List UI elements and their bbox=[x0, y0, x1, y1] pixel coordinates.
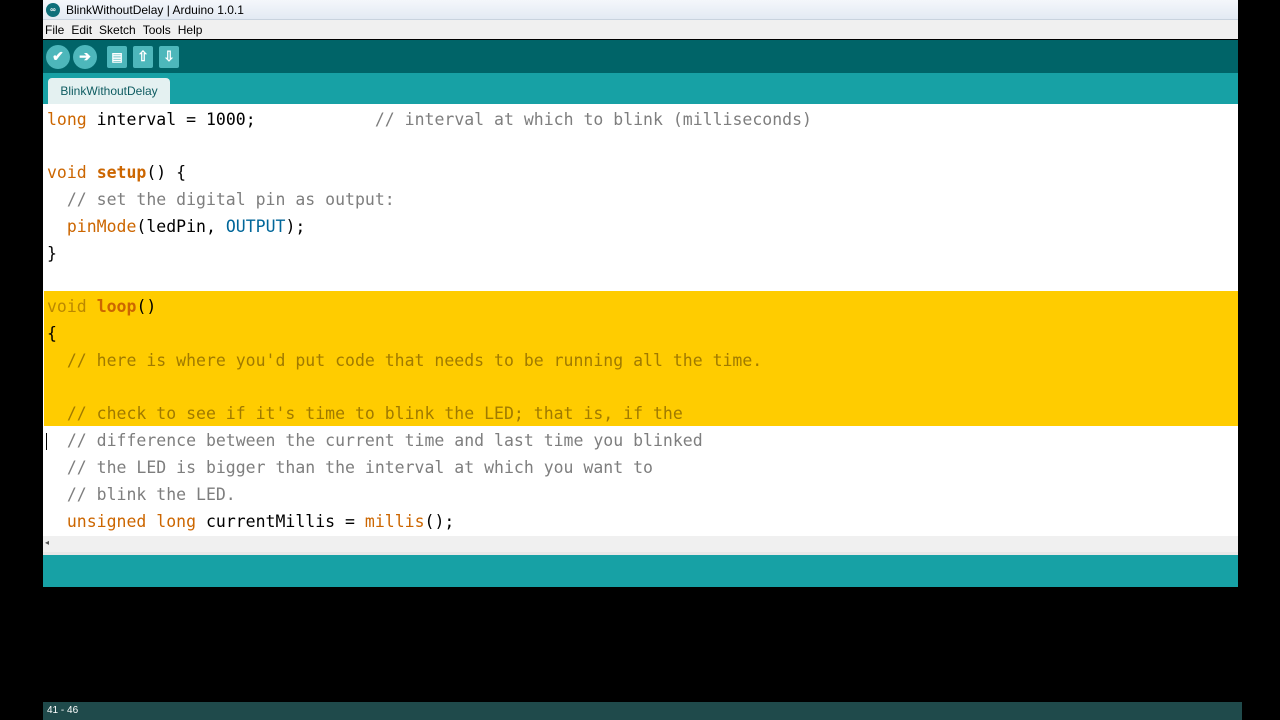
code-line: // set the digital pin as output: bbox=[47, 190, 395, 209]
arrow-up-icon: ⇧ bbox=[137, 48, 149, 64]
code-line: // here is where you'd put code that nee… bbox=[47, 351, 763, 370]
menu-sketch[interactable]: Sketch bbox=[97, 23, 141, 37]
scroll-left-icon[interactable]: ◂ bbox=[45, 538, 49, 547]
tab-bar: BlinkWithoutDelay bbox=[43, 73, 1238, 104]
code-line: void setup() { bbox=[47, 163, 187, 182]
menu-bar: File Edit Sketch Tools Help bbox=[43, 20, 1238, 39]
new-button[interactable]: ▤ bbox=[107, 45, 127, 68]
arduino-ide-window: ∞ BlinkWithoutDelay | Arduino 1.0.1 File… bbox=[43, 0, 1242, 720]
toolbar: ✔ ➔ ▤ ⇧ ⇩ bbox=[43, 40, 1238, 73]
new-file-icon: ▤ bbox=[111, 49, 123, 64]
code-line: // difference between the current time a… bbox=[47, 431, 703, 450]
menu-file[interactable]: File bbox=[43, 23, 69, 37]
upload-button[interactable]: ➔ bbox=[73, 44, 97, 69]
open-button[interactable]: ⇧ bbox=[133, 45, 153, 68]
title-bar: ∞ BlinkWithoutDelay | Arduino 1.0.1 bbox=[43, 0, 1238, 20]
code-line: unsigned long currentMillis = millis(); bbox=[66, 512, 455, 531]
window-title: BlinkWithoutDelay | Arduino 1.0.1 bbox=[66, 2, 244, 17]
checkmark-icon: ✔ bbox=[52, 48, 64, 64]
console-output bbox=[43, 587, 1238, 700]
verify-button[interactable]: ✔ bbox=[46, 44, 70, 69]
line-number-footer: 41 - 46 bbox=[43, 702, 1242, 720]
text-caret bbox=[46, 433, 47, 450]
code-editor[interactable]: long interval = 1000; // interval at whi… bbox=[43, 104, 1238, 536]
menu-help[interactable]: Help bbox=[176, 23, 208, 37]
status-bar bbox=[43, 555, 1238, 587]
code-line: // check to see if it's time to blink th… bbox=[47, 404, 683, 423]
save-button[interactable]: ⇩ bbox=[159, 45, 179, 68]
code-line: pinMode(ledPin, OUTPUT); bbox=[66, 217, 306, 236]
menu-tools[interactable]: Tools bbox=[141, 23, 176, 37]
horizontal-scrollbar[interactable]: ◂ bbox=[43, 536, 1238, 552]
tab-blinkwithoutdelay[interactable]: BlinkWithoutDelay bbox=[48, 78, 170, 104]
arrow-down-icon: ⇩ bbox=[163, 48, 175, 64]
code-line: void loop() bbox=[47, 297, 157, 316]
code-line: // blink the LED. bbox=[47, 485, 236, 504]
code-line: long interval = 1000; // interval at whi… bbox=[47, 110, 812, 129]
code-line: } bbox=[47, 244, 57, 263]
code-line: { bbox=[47, 324, 57, 343]
arduino-logo-icon: ∞ bbox=[46, 2, 60, 17]
line-range: 41 - 46 bbox=[47, 705, 79, 716]
code-line: // the LED is bigger than the interval a… bbox=[47, 458, 653, 477]
arrow-right-icon: ➔ bbox=[79, 48, 91, 64]
menu-edit[interactable]: Edit bbox=[69, 23, 97, 37]
